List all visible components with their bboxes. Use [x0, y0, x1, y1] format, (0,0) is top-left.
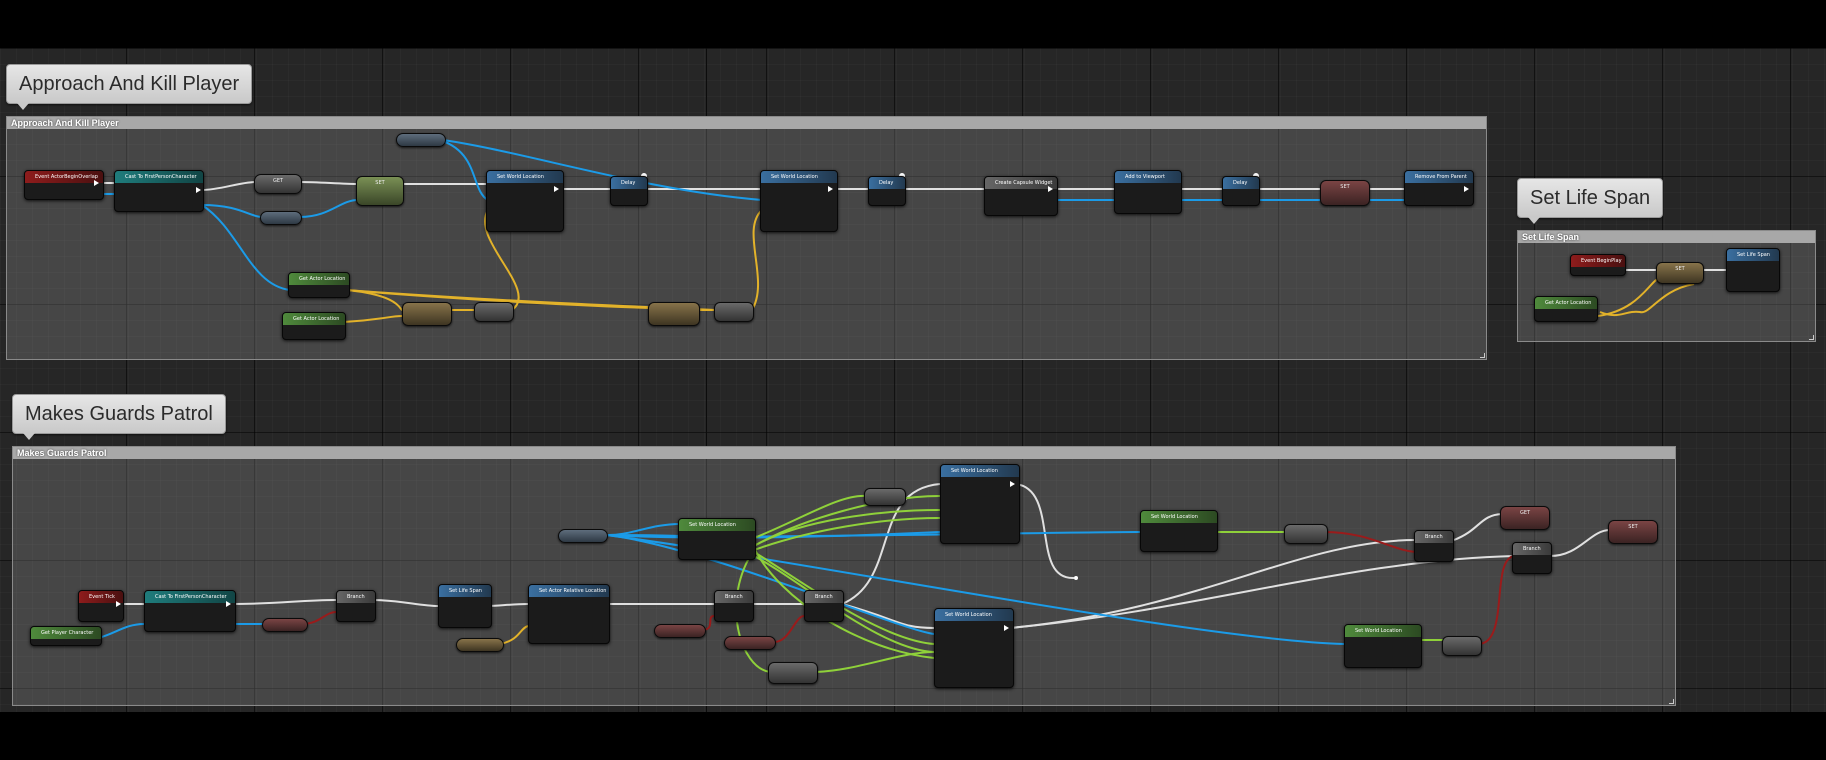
node-variable-get[interactable]	[396, 133, 446, 147]
node-title: Branch	[1415, 531, 1453, 543]
node-set-life-span[interactable]: Set Life Span	[1726, 248, 1780, 292]
node-delay[interactable]: Delay	[610, 176, 648, 206]
node-title: Cast To FirstPersonCharacter	[115, 171, 203, 183]
node-set-world-location[interactable]: Set World Location	[678, 518, 756, 560]
node-title: Add to Viewport	[1115, 171, 1181, 183]
node-title: Branch	[337, 591, 375, 603]
node-variable-get[interactable]	[260, 211, 302, 225]
node-set[interactable]: SET	[1656, 262, 1704, 284]
node-title: Set World Location	[487, 171, 563, 183]
node-get-actor-location[interactable]: Get Actor Location	[282, 312, 346, 340]
node-title: Branch	[805, 591, 843, 603]
node-branch[interactable]: Branch	[714, 590, 754, 622]
exec-pin-icon	[1464, 186, 1469, 192]
node-title: Get Actor Location	[289, 273, 349, 285]
node-compare[interactable]	[1284, 524, 1328, 544]
node-title: Set Actor Relative Location	[529, 585, 609, 597]
node-create-capsule-widget[interactable]: Create Capsule Widget	[984, 176, 1058, 216]
exec-pin-icon	[226, 601, 231, 607]
node-branch[interactable]: Branch	[1414, 530, 1454, 562]
node-event-actor-begin-overlap[interactable]: Event ActorBeginOverlap	[24, 170, 104, 200]
node-title: Delay	[1223, 177, 1259, 189]
node-title: Branch	[1513, 543, 1551, 555]
node-set[interactable]: SET	[1320, 180, 1370, 206]
node-title: Create Capsule Widget	[985, 177, 1057, 189]
node-title: Event BeginPlay	[1571, 255, 1625, 267]
node-title: Set World Location	[941, 465, 1019, 477]
node-bool-var[interactable]	[262, 618, 308, 632]
node-title: Branch	[715, 591, 753, 603]
node-get-actor-location[interactable]: Get Actor Location	[1534, 296, 1598, 322]
node-branch[interactable]: Branch	[804, 590, 844, 622]
wires-layer	[81, 138, 1728, 673]
node-branch[interactable]: Branch	[1512, 542, 1552, 574]
exec-pin-icon	[1048, 186, 1053, 192]
node-title: Set World Location	[679, 519, 755, 531]
node-set-world-location[interactable]: Set World Location	[1344, 624, 1422, 668]
node-vector-add[interactable]	[402, 302, 452, 326]
node-title: Get Actor Location	[1535, 297, 1597, 309]
exec-pin-icon	[196, 187, 201, 193]
node-title: Cast To FirstPersonCharacter	[145, 591, 235, 603]
node-title: Event ActorBeginOverlap	[25, 171, 103, 183]
node-title: Delay	[869, 177, 905, 189]
node-title: Set Life Span	[1727, 249, 1779, 261]
exec-pin-icon	[554, 186, 559, 192]
node-delay[interactable]: Delay	[1222, 176, 1260, 206]
node-set-world-location[interactable]: Set World Location	[760, 170, 838, 232]
node-compare[interactable]	[1442, 636, 1482, 656]
node-vector-add[interactable]	[648, 302, 700, 326]
node-title: Set World Location	[761, 171, 837, 183]
node-title: Delay	[611, 177, 647, 189]
node-vector-op[interactable]	[474, 302, 514, 322]
node-get-player-character[interactable]: Get Player Character	[30, 626, 102, 646]
node-set[interactable]: SET	[356, 176, 404, 206]
node-cast-to-first-person-character[interactable]: Cast To FirstPersonCharacter	[144, 590, 236, 632]
node-title: Get Player Character	[31, 627, 101, 639]
node-event-begin-play[interactable]: Event BeginPlay	[1570, 254, 1626, 276]
node-vector-op[interactable]	[714, 302, 754, 322]
node-set-world-location[interactable]: Set World Location	[486, 170, 564, 232]
node-title: Set World Location	[1345, 625, 1421, 637]
exec-pin-icon	[94, 180, 99, 186]
exec-pin-icon	[116, 601, 121, 607]
exec-pin-icon	[828, 186, 833, 192]
node-set-actor-relative-location[interactable]: Set Actor Relative Location	[528, 584, 610, 644]
node-vector-var[interactable]	[456, 638, 504, 652]
node-title: Set World Location	[935, 609, 1013, 621]
node-bool-var[interactable]	[724, 636, 776, 650]
node-object-var[interactable]	[558, 529, 608, 543]
node-title: Set Life Span	[439, 585, 491, 597]
blueprint-graph-canvas[interactable]: Approach And Kill Player Set Life Span M…	[0, 0, 1826, 760]
node-title: Set World Location	[1141, 511, 1217, 523]
node-set-world-location[interactable]: Set World Location	[1140, 510, 1218, 552]
node-set-life-span[interactable]: Set Life Span	[438, 584, 492, 628]
node-get-actor-location[interactable]: Get Actor Location	[288, 272, 350, 298]
exec-pin-icon	[1004, 625, 1009, 631]
node-set[interactable]: SET	[1608, 520, 1658, 544]
node-delay[interactable]: Delay	[868, 176, 906, 206]
node-float-op[interactable]	[864, 488, 906, 506]
node-bool-var[interactable]	[654, 624, 706, 638]
node-add-to-viewport[interactable]: Add to Viewport	[1114, 170, 1182, 214]
node-set-world-location[interactable]: Set World Location	[934, 608, 1014, 688]
node-title: Remove From Parent	[1405, 171, 1473, 183]
node-branch[interactable]: Branch	[336, 590, 376, 622]
exec-pin-icon	[1010, 481, 1015, 487]
node-title: Get Actor Location	[283, 313, 345, 325]
node-get[interactable]: GET	[1500, 506, 1550, 530]
node-float-op[interactable]	[768, 662, 818, 684]
node-set-world-location[interactable]: Set World Location	[940, 464, 1020, 544]
node-cast-to-first-person-character[interactable]: Cast To FirstPersonCharacter	[114, 170, 204, 212]
node-get[interactable]: GET	[254, 174, 302, 194]
